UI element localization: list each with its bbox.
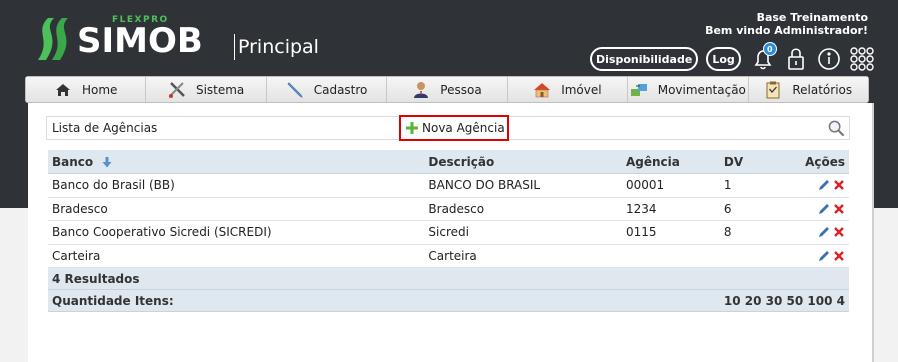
info-icon [817, 48, 840, 70]
tools-icon [168, 81, 186, 99]
notification-count-badge: 0 [762, 42, 777, 56]
results-count: 4 Resultados [48, 267, 849, 290]
cell-acoes [794, 244, 849, 268]
agencies-table: Banco Descrição Agência DV Ações Banco d… [48, 150, 849, 312]
cell-dv: 8 [719, 220, 795, 245]
table-row[interactable]: Bradesco Bradesco 1234 6 [48, 197, 849, 221]
nav-label-imovel: Imóvel [561, 82, 602, 97]
delete-icon[interactable] [833, 179, 845, 191]
edit-icon[interactable] [818, 226, 830, 238]
nova-agencia-button[interactable]: Nova Agência [399, 115, 509, 141]
list-toolbar: Lista de Agências Nova Agência [46, 115, 850, 141]
nova-agencia-label: Nova Agência [422, 121, 505, 135]
nav-label-movimentacao: Movimentação [657, 82, 746, 97]
cell-banco: Carteira [48, 244, 425, 268]
house-icon [533, 81, 551, 99]
app-logo[interactable]: FLEXPRO SIMOB Principal [32, 14, 332, 64]
nav-item-pessoa[interactable]: Pessoa [387, 77, 508, 102]
cell-banco: Banco Cooperativo Sicredi (SICREDI) [48, 220, 425, 245]
edit-icon[interactable] [818, 250, 830, 262]
cell-descricao: BANCO DO BRASIL [424, 173, 622, 198]
transfer-icon [630, 81, 648, 99]
delete-icon[interactable] [833, 226, 845, 238]
welcome-message: Bem vindo Administrador! [705, 24, 868, 37]
cell-descricao: Carteira [424, 244, 622, 268]
column-header-agencia[interactable]: Agência [622, 150, 720, 174]
nav-item-movimentacao[interactable]: Movimentação [628, 77, 749, 102]
main-navigation: Home Sistema Cadastro Pessoa Imóvel Movi… [25, 76, 869, 103]
environment-name: Base Treinamento [756, 11, 868, 24]
delete-icon[interactable] [833, 250, 845, 262]
cell-banco: Bradesco [48, 197, 425, 221]
delete-icon[interactable] [833, 203, 845, 215]
page-size-selector[interactable]: 10 20 30 50 100 4 [719, 289, 849, 312]
nav-item-imovel[interactable]: Imóvel [507, 77, 629, 102]
table-row[interactable]: Carteira Carteira [48, 244, 849, 268]
cell-agencia: 1234 [622, 197, 720, 221]
nav-label-home: Home [81, 82, 118, 97]
cell-agencia: 0115 [622, 220, 720, 245]
clipboard-icon [764, 81, 782, 99]
nav-item-sistema[interactable]: Sistema [146, 77, 267, 102]
nav-label-relatorios: Relatórios [792, 82, 853, 97]
add-icon [406, 122, 418, 134]
cell-descricao: Bradesco [424, 197, 622, 221]
nav-label-pessoa: Pessoa [440, 82, 482, 97]
home-icon [54, 81, 72, 99]
nav-label-sistema: Sistema [195, 82, 245, 97]
list-title: Lista de Agências [52, 121, 158, 135]
log-button[interactable]: Log [706, 47, 741, 71]
lock-button[interactable] [782, 45, 810, 73]
nav-item-cadastro[interactable]: Cadastro [266, 77, 388, 102]
cell-dv [719, 244, 795, 268]
info-button[interactable] [815, 45, 843, 73]
cell-acoes [794, 173, 849, 198]
person-icon [412, 81, 430, 99]
nav-label-cadastro: Cadastro [313, 82, 368, 97]
column-header-acoes: Ações [794, 150, 849, 174]
cell-agencia [622, 244, 720, 268]
pen-icon [286, 81, 304, 99]
search-icon[interactable] [828, 120, 845, 137]
disponibilidade-button[interactable]: Disponibilidade [590, 47, 699, 71]
results-row: 4 Resultados [48, 267, 849, 290]
column-label-banco: Banco [52, 154, 94, 169]
product-name: SIMOB [77, 21, 203, 61]
column-header-descricao[interactable]: Descrição [424, 150, 622, 174]
logo-divider [234, 34, 235, 60]
quantity-label: Quantidade Itens: [48, 289, 720, 312]
pagination-row: Quantidade Itens: 10 20 30 50 100 4 [48, 289, 849, 312]
table-row[interactable]: Banco Cooperativo Sicredi (SICREDI) Sicr… [48, 220, 849, 245]
cell-dv: 6 [719, 197, 795, 221]
cell-banco: Banco do Brasil (BB) [48, 173, 425, 198]
cell-agencia: 00001 [622, 173, 720, 198]
nav-item-relatorios[interactable]: Relatórios [748, 77, 868, 102]
cell-descricao: Sicredi [424, 220, 622, 245]
table-header-row: Banco Descrição Agência DV Ações [48, 150, 849, 174]
cell-acoes [794, 220, 849, 245]
module-name: Principal [238, 36, 319, 58]
edit-icon[interactable] [818, 179, 830, 191]
lock-icon [787, 48, 804, 70]
nav-item-home[interactable]: Home [26, 77, 147, 102]
apps-grid-icon [850, 47, 874, 71]
column-header-dv[interactable]: DV [719, 150, 795, 174]
notifications-button[interactable]: 0 [749, 42, 777, 73]
column-header-banco[interactable]: Banco [48, 150, 425, 174]
sort-down-icon[interactable] [102, 156, 112, 168]
flexpro-logo-icon [38, 18, 68, 60]
cell-acoes [794, 197, 849, 221]
user-welcome: Base Treinamento Bem vindo Administrador… [705, 11, 868, 37]
cell-dv: 1 [719, 173, 795, 198]
edit-icon[interactable] [818, 203, 830, 215]
top-toolbar: Disponibilidade Log 0 [590, 42, 881, 73]
table-row[interactable]: Banco do Brasil (BB) BANCO DO BRASIL 000… [48, 173, 849, 198]
apps-menu-button[interactable] [848, 45, 876, 73]
